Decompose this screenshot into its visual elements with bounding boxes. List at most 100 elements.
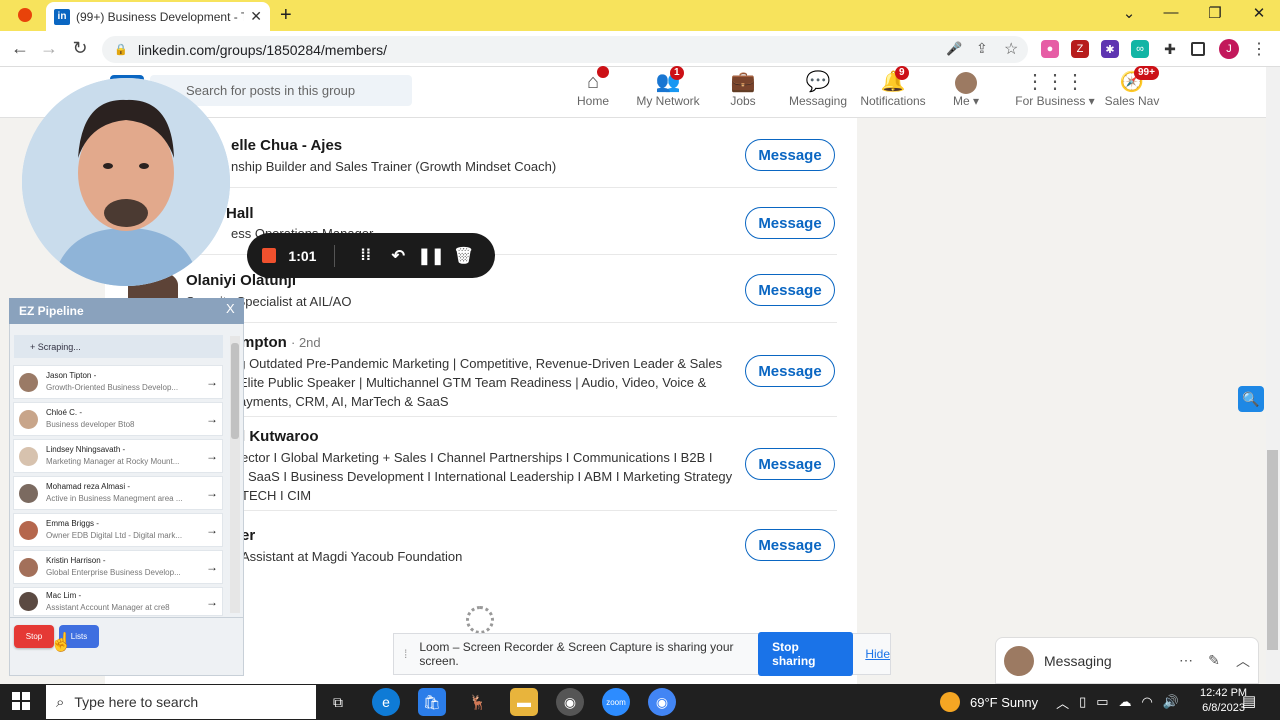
arrow-right-icon[interactable]: → [202,595,222,609]
nav-home[interactable]: ⌂ Home [553,66,633,108]
forward-icon[interactable]: → [37,38,61,59]
drag-handle-icon[interactable]: ⁞ [404,647,407,661]
nav-my-network[interactable]: 👥 1 My Network [628,66,708,108]
lead-item[interactable]: Mohamad reza Almasi - Active in Business … [13,476,223,510]
stop-button[interactable]: Stop [14,625,54,648]
nav-for-business[interactable]: ⋮⋮⋮ For Business ▾ [1010,70,1100,108]
nav-jobs[interactable]: 💼 Jobs [703,70,783,108]
message-button[interactable]: Message [745,207,835,239]
hide-link[interactable]: Hide [865,647,890,661]
message-button[interactable]: Message [745,274,835,306]
chevron-up-icon[interactable]: ︿ [1056,693,1069,712]
ez-pipeline-close-button[interactable]: X [226,301,235,316]
more-icon[interactable]: ⋯ [1172,652,1200,669]
bookmark-star-icon[interactable]: ☆ [1004,39,1018,59]
taskbar-search-input[interactable]: ⌕ Type here to search [46,685,316,719]
avatar [19,446,38,466]
puzzle-icon[interactable]: ✚ [1161,40,1179,58]
message-button[interactable]: Message [745,139,835,171]
back-icon[interactable]: ← [8,38,32,59]
volume-icon[interactable]: 🔊 [1163,694,1179,710]
nav-me[interactable]: Me ▾ [928,70,1004,108]
lead-item[interactable]: Lindsey Nhingsavath - Marketing Manager a… [13,439,223,473]
extension-icon[interactable]: ● [1041,40,1059,58]
device-icon[interactable]: ▯ [1079,694,1086,710]
arrow-right-icon[interactable]: → [202,560,222,574]
tab-close-icon[interactable]: ✕ [250,8,262,25]
reload-icon[interactable]: ↻ [68,38,92,59]
arrow-right-icon[interactable]: → [202,412,222,426]
clock[interactable]: 12:42 PM 6/8/2023 [1200,686,1247,716]
page-scrollbar-thumb[interactable] [1267,450,1278,650]
member-name[interactable]: elle Chua - Ajes [231,137,342,154]
loom-float-icon[interactable]: 🔍 [1238,386,1264,412]
ez-pipeline-title[interactable]: EZ Pipeline [9,298,244,324]
close-window-button[interactable]: ✕ [1244,4,1274,22]
nav-messaging[interactable]: 💬 Messaging [778,70,858,108]
extension-icon[interactable]: Z [1071,40,1089,58]
chrome-icon[interactable]: ◉ [648,688,676,716]
mic-icon[interactable]: 🎤 [946,41,962,57]
message-button[interactable]: Message [745,529,835,561]
wifi-icon[interactable]: ◠ [1142,694,1153,710]
share-icon[interactable]: ⇪ [976,40,988,57]
member-name[interactable]: Hall [226,205,254,222]
profile-avatar[interactable]: J [1219,39,1239,59]
sun-icon [940,692,960,712]
windows-start-icon[interactable] [12,692,30,710]
address-bar[interactable]: 🔒 linkedin.com/groups/1850284/members/ [102,36,1028,63]
avatar [19,409,38,429]
member-name[interactable]: l Kutwaroo [241,428,319,445]
message-button[interactable]: Message [745,448,835,480]
edge-icon[interactable]: e [372,688,400,716]
notification-center-icon[interactable]: ▤ [1242,692,1256,710]
store-icon[interactable]: 🛍 [418,688,446,716]
new-tab-button[interactable]: + [280,4,292,27]
messaging-overlay[interactable]: Messaging ⋯ ✎ ︿ [995,637,1259,684]
arrow-right-icon[interactable]: → [202,449,222,463]
lead-item[interactable]: Mac Lim - Assistant Account Manager at cr… [13,587,223,616]
arrow-right-icon[interactable]: → [202,486,222,500]
chevron-up-icon[interactable]: ︿ [1228,651,1258,671]
lead-name: Lindsey Nhingsavath - [46,445,126,454]
task-view-icon[interactable]: ⧉ [324,688,352,716]
zoom-icon[interactable]: zoom [602,688,630,716]
screen-share-bar: ⁞ Loom – Screen Recorder & Screen Captur… [393,632,891,676]
tab-search-icon[interactable]: ⌄ [1114,4,1144,22]
stop-sharing-button[interactable]: Stop sharing [758,632,854,676]
lead-item[interactable]: Kristin Harrison - Global Enterprise Busi… [13,550,223,584]
compose-icon[interactable]: ✎ [1200,652,1228,669]
notification-badge: 1 [670,66,684,80]
date-text: 6/8/2023 [1202,702,1245,714]
restart-icon[interactable]: ↶ [382,246,415,266]
chrome-profile-icon[interactable]: ◉ [556,688,584,716]
search-icon: ⌕ [56,693,65,711]
lead-item[interactable]: Chloé C. - Business developer Bto8 → [13,402,223,436]
chrome-menu-icon[interactable]: ⋮ [1251,39,1267,59]
minimize-button[interactable]: — [1156,4,1186,21]
cloud-icon[interactable]: ☁ [1119,694,1132,710]
nav-sales-nav[interactable]: 🧭 99+ Sales Nav [1092,66,1172,108]
app-icon[interactable]: 🦌 [464,688,492,716]
maximize-button[interactable]: ❐ [1200,4,1230,22]
browser-tab[interactable]: in (99+) Business Development - Th ✕ [46,2,270,31]
member-name[interactable]: mpton [241,334,287,351]
pause-icon[interactable]: ❚❚ [415,246,448,266]
message-button[interactable]: Message [745,355,835,387]
ez-scrollbar-thumb[interactable] [231,343,239,439]
extension-icon[interactable]: ∞ [1131,40,1149,58]
extension-icon[interactable]: ✱ [1101,40,1119,58]
lead-item[interactable]: Emma Briggs - Owner EDB Digital Ltd - Dig… [13,513,223,547]
lead-name: Mohamad reza Almasi - [46,482,131,491]
network-icon[interactable]: ▭ [1096,694,1108,710]
drag-handle-icon[interactable]: ⁞⁞ [349,247,382,265]
stop-recording-icon[interactable] [262,248,277,263]
weather-text[interactable]: 69°F Sunny [970,695,1038,710]
sidepanel-icon[interactable] [1191,42,1205,56]
trash-icon[interactable]: 🗑 [447,246,480,266]
nav-notifications[interactable]: 🔔 9 Notifications [853,66,933,108]
lead-item[interactable]: Jason Tipton - Growth-Oriented Business D… [13,365,223,399]
arrow-right-icon[interactable]: → [202,375,222,389]
arrow-right-icon[interactable]: → [202,523,222,537]
file-explorer-icon[interactable]: ▬ [510,688,538,716]
